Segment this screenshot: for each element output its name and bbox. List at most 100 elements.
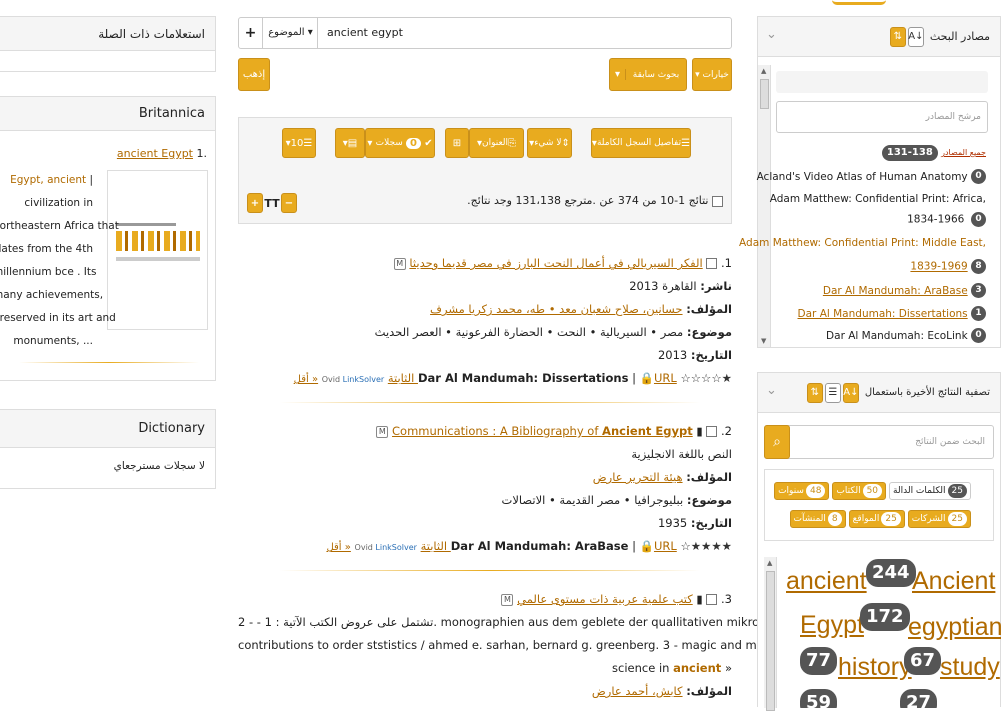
source-item[interactable]: Adam Matthew: Confidential Print: Middle… [739,237,986,249]
full-display-button[interactable]: ▾ تفاصيل السجل الكاملة ☰ [591,128,691,158]
sort-alpha-button[interactable]: A↓ [842,382,859,403]
rating-stars[interactable]: ★☆☆☆☆ [680,371,732,385]
facet-years[interactable]: سنوات 48 [774,482,830,500]
cloud-word[interactable]: Ancient [912,567,995,596]
font-size-control: + TT − [247,193,297,213]
cloud-scrollbar[interactable]: ▲ [764,557,777,711]
source-item[interactable]: Adam Matthew: Confidential Print: Africa… [770,193,986,205]
font-decrease-button[interactable]: − [281,193,297,213]
check-icon: ✔ [424,137,433,149]
result-checkbox[interactable] [706,426,718,437]
refine-search-input[interactable]: البحث ضمن النتائج [795,426,985,458]
cloud-word[interactable]: study [940,653,1000,682]
facet-companies[interactable]: الشركات 25 [907,510,971,528]
cloud-word[interactable]: ancient [786,567,867,596]
source-item-cont[interactable]: 8 1839-1969 [910,259,986,274]
thumbnail-legend-bar [116,257,200,261]
search-field-select[interactable]: الموضوع ▾ [264,18,318,48]
britannica-item-link[interactable]: ancient Egypt [117,147,193,160]
full-display-label: تفاصيل السجل الكاملة [596,138,682,148]
per-page-button[interactable]: ▾ 10 ☰ [282,128,316,158]
search-button[interactable]: ⌕ [764,425,790,459]
scroll-down-icon[interactable]: ▼ [761,337,766,345]
add-query-button[interactable]: + [239,18,263,48]
cloud-word[interactable]: egyptian [908,613,1001,642]
save-records-button[interactable]: ▾ ▤ [335,128,365,158]
ovid-linksolver-logo[interactable]: Ovid LinkSolver [322,375,384,384]
rating-stars[interactable]: ★★★★☆ [680,539,732,553]
scroll-thumb[interactable] [766,571,775,711]
result-title-link[interactable]: الفكر السيريالي في أعمال النحت البارز في… [409,256,702,270]
facet-institutions[interactable]: المنشآت 8 [789,510,846,528]
scroll-thumb[interactable] [760,79,769,109]
chevron-down-icon[interactable]: ⌄ [766,27,777,42]
facet-keywords[interactable]: الكلمات الدالة 25 [889,482,971,500]
facet-authors[interactable]: الكتاب 50 [832,482,887,500]
field-label: المؤلف: [686,302,732,316]
result-subject: موضوع: ببليوجرافيا • مصر القديمة • الاتص… [238,489,732,512]
result-title-row: 3. ▮ كتب علمية عربية ذات مستوى عالمي M [238,588,732,611]
results-toolbar: ▾ 10 ☰ ▾ ▤ ▾ سجلات 0 ✔ ⊞ ▾ العنوان ⎘ ▾ لا شيء ⇕… [238,117,732,224]
result-title-link[interactable]: كتب علمية عربية ذات مستوى عالمي [517,592,693,606]
go-button[interactable]: إذهب [238,58,270,91]
field-label: المؤلف: [686,684,732,698]
less-link[interactable]: « أقل [326,542,350,553]
facet-count: 25 [881,512,901,526]
result-number: 1. [721,256,732,270]
source-item[interactable]: 1 Dar Al Mandumah: Dissertations [798,306,986,321]
records-button[interactable]: ▾ سجلات 0 ✔ [365,128,435,158]
sort-count-button[interactable]: A↓ [907,26,924,47]
result-checkbox[interactable] [706,258,718,269]
field-value: القاهرة 2013 [629,279,697,293]
source-count: 8 [971,259,986,274]
font-increase-button[interactable]: + [247,193,263,213]
facet-count: 25 [947,484,967,498]
facet-locations[interactable]: المواقع 25 [848,510,905,528]
cloud-word[interactable]: history [838,653,912,682]
result-title-link[interactable]: Communications : A Bibliography of Ancie… [392,420,693,443]
abstract-text: science in [612,661,674,675]
scroll-up-icon[interactable]: ▲ [761,67,766,75]
author-link[interactable]: هيئة التحرير عارض [593,470,683,484]
field-value: مصر • السيريالية • النحت • الحضارة الفرع… [374,325,684,339]
result-subject: موضوع: مصر • السيريالية • النحت • الحضار… [238,321,732,344]
source-item[interactable]: 0 Acland's Video Atlas of Human Anatomy [757,169,986,184]
source-item[interactable]: 3 Dar Al Mandumah: AraBase [823,283,986,298]
refine-panel: ⌄ ⇅ ☰ A↓ تصفية النتائج الأخيرة باستعمال … [757,372,1001,711]
field-value: ببليوجرافيا • مصر القديمة • الاتصالات [501,493,684,507]
cloud-count: 59 [800,689,838,708]
author-link[interactable]: حسانين، صلاح شعبان معد • طه، محمد زكريا … [430,302,683,316]
author-link[interactable]: كابش، أحمد عارض [592,684,683,698]
facet-label: الكلمات الدالة [893,486,946,496]
source-item-all[interactable]: جميع المصادر 131-138 [881,145,986,161]
sort-count-button[interactable]: ⇅ [806,382,823,403]
list-icon: ☰ [681,137,691,149]
select-all-checkbox[interactable] [712,195,723,207]
result-actions: ★☆☆☆☆ Dar Al Mandumah: Dissertations | 🔒… [293,371,732,385]
cloud-word[interactable]: Egypt [800,611,864,640]
source-item[interactable]: 0 Dar Al Mandumah: EcoLink [826,328,986,343]
lock-icon: 🔒 [639,539,654,553]
thumbnail-hieroglyph-graphic [116,231,200,251]
records-label: سجلات [375,138,403,148]
result-checkbox[interactable] [706,594,718,605]
brit-desc-line: monuments, ... [13,335,93,347]
list-view-button[interactable]: ☰ [824,382,841,403]
ovid-linksolver-logo[interactable]: Ovid LinkSolver [355,543,417,552]
field-label: موضوع: [686,493,732,507]
options-button[interactable]: ▾ خيارات [692,58,732,91]
less-link[interactable]: « أقل [294,374,318,385]
saved-searches-button[interactable]: ▾ بحوث سابقة [609,58,687,91]
sort-title-button[interactable]: ▾ العنوان ⎘ [469,128,524,158]
sort-alpha-button[interactable]: ⇅ [889,26,906,47]
none-button[interactable]: ▾ لا شيء ⇕ [527,128,572,158]
select-toggle-button[interactable]: ⊞ [445,128,469,158]
source-item-cont[interactable]: 0 1834-1966 [907,212,986,227]
cloud-count: 27 [900,689,938,708]
sources-scrollbar[interactable]: ▲ ▼ [758,65,771,347]
chevron-down-icon[interactable]: ⌄ [766,383,777,398]
sources-filter-input[interactable]: مرشح المصادر [776,101,988,133]
britannica-thumbnail[interactable] [107,170,208,330]
search-input[interactable]: ancient egypt [321,18,731,48]
scroll-up-icon[interactable]: ▲ [767,559,772,567]
